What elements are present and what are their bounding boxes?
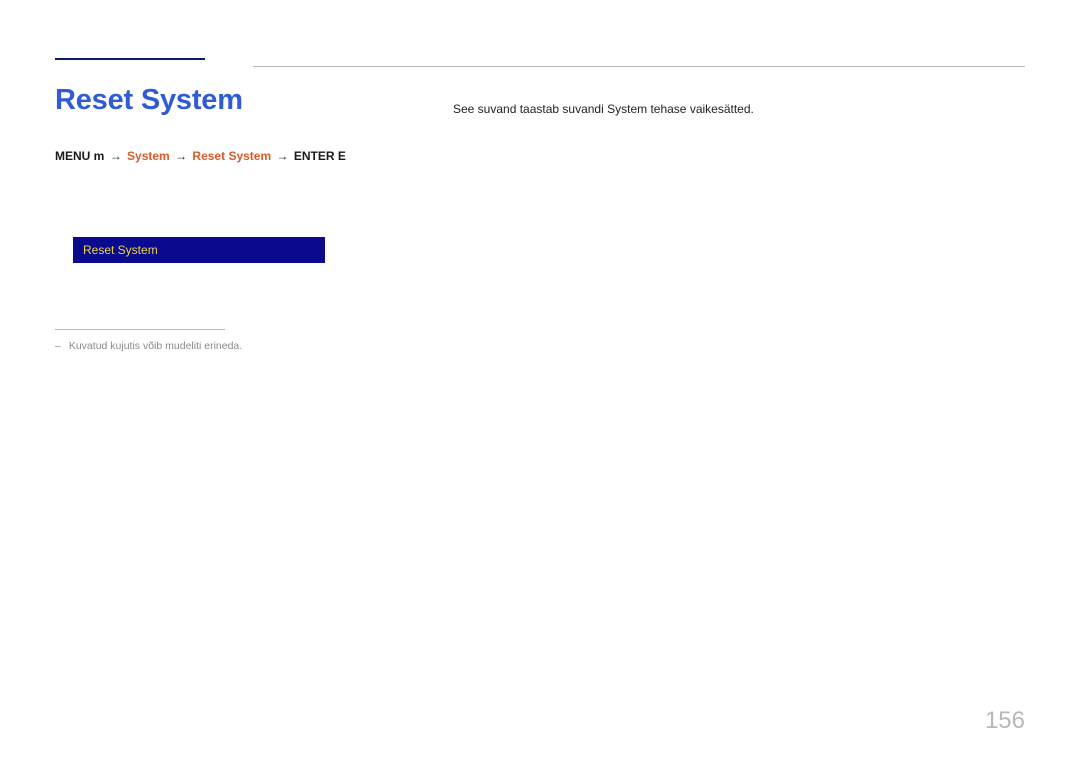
arrow-icon: → <box>274 149 290 163</box>
breadcrumb-enter: ENTER E <box>294 149 346 163</box>
breadcrumb: MENU m → System → Reset System → ENTER E <box>55 149 423 163</box>
page: Reset System MENU m → System → Reset Sys… <box>0 0 1080 763</box>
arrow-icon: → <box>173 149 189 163</box>
footnote-dash: – <box>55 340 61 352</box>
rule-accent <box>55 58 205 60</box>
body-description: See suvand taastab suvandi System tehase… <box>453 102 1025 116</box>
rule-divider <box>253 66 1025 67</box>
arrow-icon: → <box>108 149 124 163</box>
footnote: – Kuvatud kujutis võib mudeliti erineda. <box>55 340 423 352</box>
breadcrumb-menu: MENU m <box>55 149 104 163</box>
menu-selected-item[interactable]: Reset System <box>73 237 325 263</box>
footnote-text: Kuvatud kujutis võib mudeliti erineda. <box>69 340 242 352</box>
page-number: 156 <box>985 707 1025 735</box>
footnote-divider <box>55 329 225 330</box>
right-column: See suvand taastab suvandi System tehase… <box>423 84 1025 116</box>
breadcrumb-reset-system: Reset System <box>192 149 271 163</box>
header-rules <box>55 58 1025 60</box>
menu-selected-label: Reset System <box>83 243 158 257</box>
left-column: Reset System MENU m → System → Reset Sys… <box>55 84 423 352</box>
breadcrumb-system: System <box>127 149 170 163</box>
content-columns: Reset System MENU m → System → Reset Sys… <box>55 84 1025 352</box>
page-title: Reset System <box>55 84 423 117</box>
